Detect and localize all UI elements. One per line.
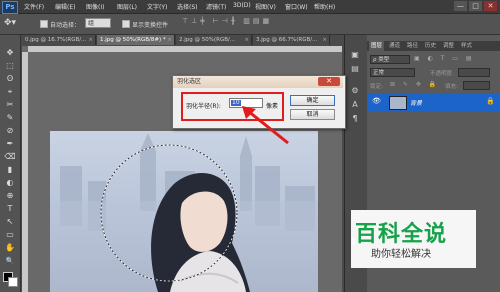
- menu-filter[interactable]: 滤镜(T): [206, 2, 226, 11]
- auto-select-label: 自动选择：: [50, 22, 81, 29]
- menu-view[interactable]: 视图(V): [255, 2, 276, 11]
- show-transform-label: 显示变换控件: [132, 22, 169, 29]
- tab-adjustments[interactable]: 调整: [443, 41, 454, 51]
- doc-tab-0[interactable]: 0.jpg @ 16.7%(RGB/... ×: [22, 35, 96, 45]
- menu-window[interactable]: 窗口(W): [285, 2, 308, 11]
- feather-radius-label: 羽化半径(R):: [186, 103, 221, 110]
- crop-tool[interactable]: ✂: [3, 100, 17, 110]
- history-panel-icon[interactable]: ▣: [349, 50, 361, 60]
- shape-tool[interactable]: ▭: [3, 230, 17, 240]
- pen-tool[interactable]: ⊕: [3, 191, 17, 201]
- hand-tool[interactable]: ✋: [3, 243, 17, 253]
- marquee-tool[interactable]: ⬚: [3, 61, 17, 71]
- properties-panel-icon[interactable]: ⚙: [349, 86, 361, 96]
- dialog-close-button[interactable]: ✕: [318, 77, 340, 86]
- doc-tab-2[interactable]: 2.jpg @ 50%(RGB/... ×: [176, 35, 252, 45]
- type-tool[interactable]: T: [3, 204, 17, 214]
- maximize-button[interactable]: □: [469, 1, 482, 11]
- eyedropper-tool[interactable]: ✎: [3, 113, 17, 123]
- show-transform-checkbox[interactable]: [122, 20, 130, 28]
- menu-image[interactable]: 图像(I): [86, 2, 104, 11]
- layer-thumbnail: [389, 96, 407, 110]
- opacity-label: 不透明度:: [430, 71, 454, 77]
- menu-type[interactable]: 文字(Y): [147, 2, 167, 11]
- move-tool-icon[interactable]: ✥▾: [4, 18, 16, 28]
- layer-row-background[interactable]: [367, 94, 500, 111]
- tab-paths[interactable]: 路径: [407, 41, 418, 51]
- watermark-subtitle: 助你轻松解决: [371, 249, 431, 260]
- actions-panel-icon[interactable]: ▤: [349, 64, 361, 74]
- fill-field[interactable]: [463, 81, 490, 90]
- auto-select-checkbox[interactable]: [40, 20, 48, 28]
- doc-tab-3[interactable]: 3.jpg @ 66.7%(RGB/... ×: [253, 35, 330, 45]
- menu-edit[interactable]: 编辑(E): [55, 2, 75, 11]
- document-tab-bar: 0.jpg @ 16.7%(RGB/... × 1.jpg @ 50%(RGB/8…: [22, 35, 330, 45]
- align-icons[interactable]: ⊤⊥╪ ⊢⊣╫ ▥▤▦: [182, 17, 332, 30]
- zoom-tool[interactable]: 🔍: [3, 256, 17, 266]
- canvas-image[interactable]: [50, 131, 318, 292]
- minimize-button[interactable]: —: [454, 1, 467, 11]
- path-select-tool[interactable]: ↖: [3, 217, 17, 227]
- menu-select[interactable]: 选择(S): [177, 2, 198, 11]
- menu-3d[interactable]: 3D(D): [233, 2, 251, 9]
- filter-icons[interactable]: ▣ ◐ T ▭ ▤: [414, 55, 494, 64]
- opacity-field[interactable]: [458, 68, 490, 77]
- brush-tool[interactable]: ✒: [3, 139, 17, 149]
- lock-label: 锁定:: [370, 84, 383, 90]
- layers-panel-tabs: 图层 通道 路径 历史 调整 样式: [367, 41, 500, 51]
- lock-icons[interactable]: ⊠ ✎ ✥ 🔒: [390, 81, 439, 88]
- horizontal-ruler: [28, 46, 342, 52]
- layer-kind-filter[interactable]: ρ 类型: [370, 55, 410, 64]
- menu-help[interactable]: 帮助(H): [314, 2, 335, 11]
- tab-channels[interactable]: 通道: [389, 41, 400, 51]
- move-tool[interactable]: ✥: [3, 48, 17, 58]
- layer-name[interactable]: 背景: [410, 98, 422, 107]
- lasso-tool[interactable]: ʘ: [3, 74, 17, 84]
- red-arrow-annotation: [242, 106, 289, 145]
- tab-layers[interactable]: 图层: [369, 41, 385, 51]
- character-panel-icon[interactable]: A: [349, 100, 361, 110]
- vertical-ruler: [22, 52, 28, 292]
- close-window-button[interactable]: ✕: [484, 1, 497, 11]
- auto-select-dropdown[interactable]: 组: [85, 18, 111, 28]
- photoshop-logo: Ps: [2, 1, 18, 14]
- portrait-photo: [50, 133, 318, 292]
- visibility-eye-icon[interactable]: 👁: [372, 97, 381, 105]
- menu-layer[interactable]: 图层(L): [117, 2, 137, 11]
- lock-icon: 🔒: [486, 97, 495, 105]
- eraser-tool[interactable]: ⌫: [3, 152, 17, 162]
- background-color-swatch[interactable]: [8, 277, 18, 287]
- tab-history[interactable]: 历史: [425, 41, 436, 51]
- menu-file[interactable]: 文件(F): [24, 2, 44, 11]
- quick-select-tool[interactable]: ⌖: [3, 87, 17, 97]
- fill-label: 填充:: [445, 84, 458, 90]
- tab-styles[interactable]: 样式: [461, 41, 472, 51]
- doc-tab-1[interactable]: 1.jpg @ 50%(RGB/8#) * ×: [97, 35, 175, 45]
- dodge-tool[interactable]: ◐: [3, 178, 17, 188]
- watermark-title: 百科全说: [355, 222, 448, 247]
- paragraph-panel-icon[interactable]: ¶: [349, 114, 361, 124]
- healing-tool[interactable]: ⊘: [3, 126, 17, 136]
- gradient-tool[interactable]: ▮: [3, 165, 17, 175]
- blend-mode-dropdown[interactable]: 正常: [370, 68, 415, 77]
